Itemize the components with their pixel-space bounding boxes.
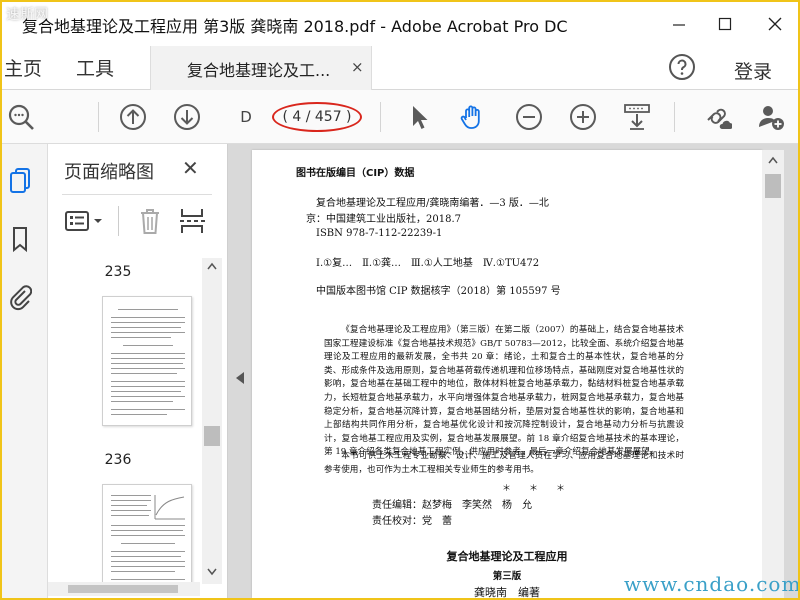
tab-document[interactable]: 复合地基理论及工... × [150,46,372,90]
editor-line: 责任编辑：赵梦梅 李笑然 杨 允 [372,500,532,511]
thumbnail-page-label: 235 [104,264,132,280]
paperclip-icon [10,285,32,311]
thumbnail-panel: 页面缩略图 ✕ 235 236 [48,144,228,598]
find-button[interactable] [6,102,36,132]
page-split-icon [180,209,205,233]
hand-icon [460,105,480,129]
document-scrollbar[interactable] [762,150,784,598]
scrollbar-thumb[interactable] [68,585,178,593]
toolbar: D ( 4 / 457 ) [2,90,798,144]
pages-icon [10,168,30,193]
tab-tools[interactable]: 工具 [76,54,114,81]
title-bar: 速斯网 复合地基理论及工程应用 第3版 龚晓南 2018.pdf - Adobe… [2,2,798,46]
chevron-down-icon[interactable] [207,568,217,576]
zoom-out-button[interactable] [514,102,544,132]
pdf-page: 图书在版编目（CIP）数据 复合地基理论及工程应用/龚晓南编著．—3 版．—北 … [252,150,762,598]
previous-page-button[interactable] [118,102,148,132]
chevron-up-icon[interactable] [207,262,217,270]
page-count-indicator: ( 4 / 457 ) [272,102,362,132]
tab-bar: 主页 工具 复合地基理论及工... × 登录 [2,46,798,90]
window-title: 复合地基理论及工程应用 第3版 龚晓南 2018.pdf - Adobe Acr… [22,17,568,36]
acrobat-window: 速斯网 复合地基理论及工程应用 第3版 龚晓南 2018.pdf - Adobe… [2,2,798,598]
tab-close-button[interactable]: × [351,58,364,76]
hand-tool-button[interactable] [458,102,488,132]
cip-meta-line: Ⅰ.①复… Ⅱ.①龚… Ⅲ.①人工地基 Ⅳ.①TU472 [316,258,540,269]
cip-meta-line: ISBN 978-7-112-22239-1 [316,228,443,239]
cip-meta-line: 复合地基理论及工程应用/龚晓南编著．—3 版．—北 [316,198,549,209]
cip-heading: 图书在版编目（CIP）数据 [296,168,415,179]
thumbnail-page-label: 236 [104,452,132,468]
close-icon [768,17,782,31]
page-thumbnail[interactable] [102,484,192,596]
maximize-icon [718,17,732,31]
proofreader-line: 责任校对：党 蕾 [372,516,452,527]
thumbnail-list: 235 236 [48,256,200,596]
share-link-button[interactable] [702,102,732,132]
toolbar-separator [674,102,675,132]
page-thumbnail[interactable] [102,296,192,426]
thumbnail-scrollbar[interactable] [202,258,222,584]
separator-stars: ＊ ＊ ＊ [502,484,566,494]
options-list-icon [65,211,102,231]
chevron-up-icon[interactable] [768,156,778,164]
minimize-icon [673,24,685,26]
add-user-button[interactable] [756,102,786,132]
next-page-button[interactable] [172,102,202,132]
cip-meta-line: 中国版本图书馆 CIP 数据核字（2018）第 105597 号 [316,286,561,297]
navigation-rail [2,144,48,598]
extract-pages-button[interactable] [178,206,206,236]
close-window-button[interactable] [752,2,798,46]
thumbnail-horizontal-scrollbar[interactable] [48,582,200,596]
help-icon[interactable] [668,53,696,81]
bookmarks-button[interactable] [6,224,34,254]
collapse-panel-arrow[interactable] [236,372,244,384]
book-title: 复合地基理论及工程应用 [446,550,568,563]
add-user-icon [759,106,784,130]
delete-pages-button[interactable] [136,206,164,236]
cip-meta-line: 京：中国建筑工业出版社，2018.7 [306,214,461,225]
scroll-mode-icon [624,104,650,130]
site-watermark: www.cndao.com [624,572,798,596]
scrolling-mode-button[interactable] [622,102,652,132]
minus-circle-icon [516,104,542,130]
page-number-input[interactable]: D [232,104,260,130]
minimize-button[interactable] [656,2,702,46]
bookmark-icon [13,227,27,253]
arrow-up-circle-icon [120,104,146,130]
attachments-button[interactable] [6,282,34,312]
options-menu-button[interactable] [64,206,106,236]
pointer-icon [413,106,428,129]
panel-tool-separator [118,206,119,236]
tab-home[interactable]: 主页 [4,54,42,81]
toolbar-separator [380,102,381,132]
scrollbar-thumb[interactable] [204,426,220,446]
toolbar-separator [98,102,99,132]
plus-circle-icon [570,104,596,130]
page-thumbnails-button[interactable] [6,166,34,196]
maximize-button[interactable] [702,2,748,46]
document-view: 图书在版编目（CIP）数据 复合地基理论及工程应用/龚晓南编著．—3 版．—北 … [228,144,798,598]
login-link[interactable]: 登录 [734,57,772,84]
tab-document-label: 复合地基理论及工... [187,61,331,80]
panel-close-button[interactable]: ✕ [182,156,199,180]
panel-divider [62,194,212,195]
select-tool-button[interactable] [404,102,434,132]
zoom-in-button[interactable] [568,102,598,132]
search-icon [8,104,34,130]
trash-icon [141,209,159,234]
arrow-down-circle-icon [174,104,200,130]
summary-paragraph: 《复合地基理论及工程应用》（第三版）在第二版（2007）的基础上，结合复合地基技… [324,325,684,458]
audience-paragraph: 本书可供土木工程专业勘察、设计、施工及管理人员在学习、应用复合地基理论和技术时参… [324,451,684,475]
link-cloud-icon [707,108,732,129]
thumbnail-graph [154,495,185,520]
panel-title: 页面缩略图 [64,162,154,183]
scrollbar-thumb[interactable] [765,174,781,198]
